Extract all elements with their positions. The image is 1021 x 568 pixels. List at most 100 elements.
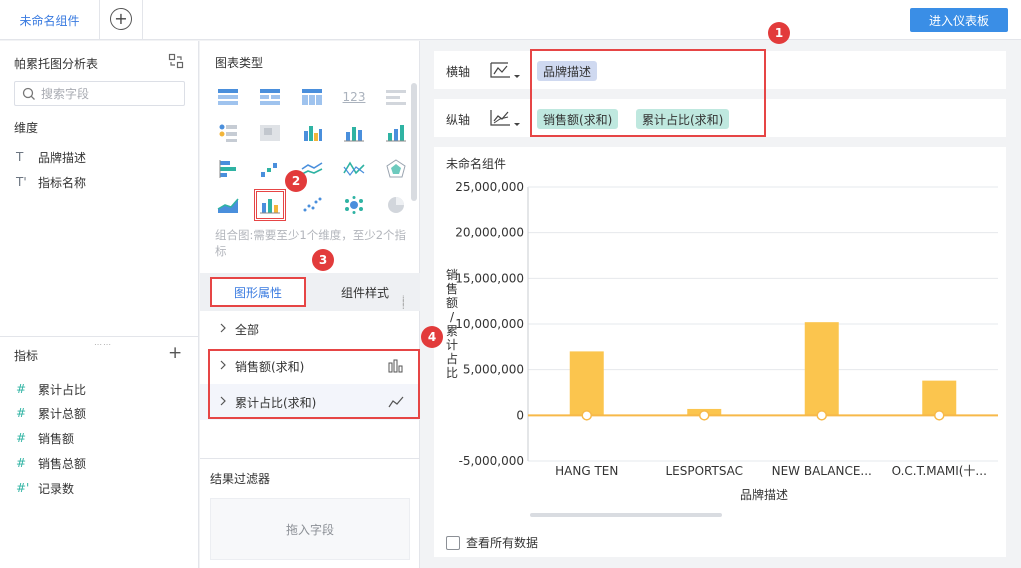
- combo-chart-icon[interactable]: [254, 189, 286, 221]
- metric-item[interactable]: #' 记录数: [16, 478, 74, 498]
- add-metric-button[interactable]: +: [168, 345, 182, 362]
- x-tick-label: NEW BALANCE...: [772, 464, 872, 478]
- x-axis-title: 品牌描述: [740, 488, 788, 502]
- bubble-chart-icon[interactable]: [340, 191, 368, 219]
- annotation-badge-4: 4: [421, 326, 443, 348]
- property-tabs: 图形属性 组件样式: [200, 273, 420, 311]
- annotation-badge-3: 3: [312, 249, 334, 271]
- x-tick-label: HANG TEN: [555, 464, 618, 478]
- y-axis-title-char: 占: [446, 351, 458, 366]
- heat-map-icon[interactable]: [256, 119, 284, 147]
- filter-drop-zone[interactable]: 拖入字段: [210, 498, 410, 560]
- dimension-item[interactable]: T' 指标名称: [16, 172, 86, 192]
- metrics-heading: 指标: [14, 349, 39, 363]
- horizontal-bar-icon[interactable]: [214, 155, 242, 183]
- property-row-label: 全部: [235, 322, 260, 337]
- y-axis-title-char: 售: [446, 281, 458, 296]
- detail-table-icon[interactable]: [298, 83, 326, 111]
- chart-type-heading: 图表类型: [215, 56, 264, 70]
- number-field-icon: #: [16, 406, 27, 420]
- y-tick-label: 25,000,000: [455, 180, 524, 194]
- bar-chart-icon[interactable]: [340, 119, 368, 147]
- text-widget-icon[interactable]: [382, 83, 410, 111]
- table-chart-icon[interactable]: [214, 83, 242, 111]
- x-tick-label: LESPORTSAC: [665, 464, 743, 478]
- y-tick-label: 5,000,000: [463, 363, 524, 377]
- show-all-checkbox[interactable]: [446, 535, 460, 550]
- add-tab-button[interactable]: +: [110, 8, 132, 30]
- chart-scrollbar: [530, 513, 722, 517]
- y-axis-title-char: 额: [446, 296, 458, 310]
- y-axis-type-icon[interactable]: [488, 106, 524, 130]
- chart-card: 未命名组件 25,000,000 20,000,000 15,000,000 10,0…: [434, 147, 1006, 557]
- metric-item[interactable]: # 销售总额: [16, 453, 86, 473]
- pie-chart-icon[interactable]: [382, 191, 410, 219]
- result-filter-heading: 结果过滤器: [210, 472, 271, 486]
- stacked-bar-icon[interactable]: [382, 119, 410, 147]
- scatter-chart-icon[interactable]: [298, 191, 326, 219]
- switch-dataset-icon[interactable]: [168, 53, 184, 69]
- show-all-data[interactable]: 查看所有数据: [446, 534, 538, 551]
- tab-graph-properties[interactable]: 图形属性: [210, 277, 306, 307]
- y-axis-title-char: /: [450, 310, 455, 324]
- metric-label: 累计占比: [38, 382, 87, 397]
- tab-unnamed-component[interactable]: 未命名组件: [0, 0, 100, 40]
- dimension-label: 指标名称: [38, 175, 87, 190]
- line-point: [816, 410, 827, 421]
- metric-item[interactable]: # 累计占比: [16, 379, 86, 399]
- radar-chart-icon[interactable]: [382, 155, 410, 183]
- y-axis-title-char: 累: [446, 324, 458, 338]
- metric-label: 销售总额: [38, 456, 87, 471]
- x-axis-label: 横轴: [446, 65, 471, 79]
- enter-dashboard-button[interactable]: 进入仪表板: [910, 8, 1008, 32]
- number-field-icon: #: [16, 456, 27, 470]
- axis-fields-highlight: [530, 49, 766, 137]
- y-tick-label: 15,000,000: [455, 271, 524, 285]
- x-axis-type-icon[interactable]: [488, 58, 524, 82]
- search-icon: [22, 87, 35, 100]
- line-point: [581, 410, 592, 421]
- panel-divider: [200, 458, 420, 459]
- metric-label: 销售额: [38, 431, 75, 446]
- number-field-icon: #: [16, 382, 27, 396]
- y-tick-label: 0: [516, 408, 524, 422]
- search-field[interactable]: [14, 81, 185, 106]
- combo-chart: 25,000,000 20,000,000 15,000,000 10,000,000…: [446, 180, 998, 517]
- dimensions-heading: 维度: [14, 121, 39, 135]
- drag-handle-icon[interactable]: ⁞ ⁞ ⁞: [402, 295, 405, 311]
- chart-config-panel: 图表类型 123 组合图:需要至少1个维度，至少2个指标 图形属性 组件样式 ⁞…: [200, 41, 420, 568]
- chart-type-scrollbar[interactable]: [411, 83, 417, 201]
- kpi-number-icon[interactable]: 123: [340, 83, 368, 111]
- area-chart-icon[interactable]: [214, 191, 242, 219]
- dimension-label: 品牌描述: [38, 150, 87, 165]
- line-point: [934, 410, 945, 421]
- text-field-icon: T: [16, 150, 24, 164]
- y-axis-title-char: 比: [446, 366, 458, 380]
- y-axis-title-char: 计: [446, 338, 458, 352]
- y-tick-label: 10,000,000: [455, 317, 524, 331]
- search-input[interactable]: [41, 85, 181, 103]
- metric-item[interactable]: # 累计总额: [16, 403, 86, 423]
- annotation-badge-1: 1: [768, 22, 790, 44]
- waterfall-icon[interactable]: [256, 155, 284, 183]
- metric-label: 累计总额: [38, 406, 87, 421]
- y-axis-label: 纵轴: [446, 113, 471, 127]
- grouped-bar-icon[interactable]: [298, 119, 326, 147]
- y-axis-title-char: 销: [446, 268, 458, 282]
- bar: [804, 322, 839, 416]
- annotation-badge-2: 2: [285, 170, 307, 192]
- dot-matrix-icon[interactable]: [214, 119, 242, 147]
- number-field-icon: #': [16, 481, 30, 495]
- chevron-right-icon: [220, 323, 226, 333]
- line-point: [699, 410, 710, 421]
- dataset-title: 帕累托图分析表: [14, 57, 99, 71]
- metric-item[interactable]: # 销售额: [16, 428, 74, 448]
- panel-divider: [0, 336, 199, 337]
- resize-grip-icon[interactable]: ⋯⋯: [94, 340, 112, 349]
- dimension-item[interactable]: T 品牌描述: [16, 147, 86, 167]
- area-line-icon[interactable]: [340, 155, 368, 183]
- y-tick-label: 20,000,000: [455, 226, 524, 240]
- property-row-all[interactable]: 全部: [200, 311, 420, 347]
- y-tick-label: -5,000,000: [459, 454, 524, 468]
- cross-table-icon[interactable]: [256, 83, 284, 111]
